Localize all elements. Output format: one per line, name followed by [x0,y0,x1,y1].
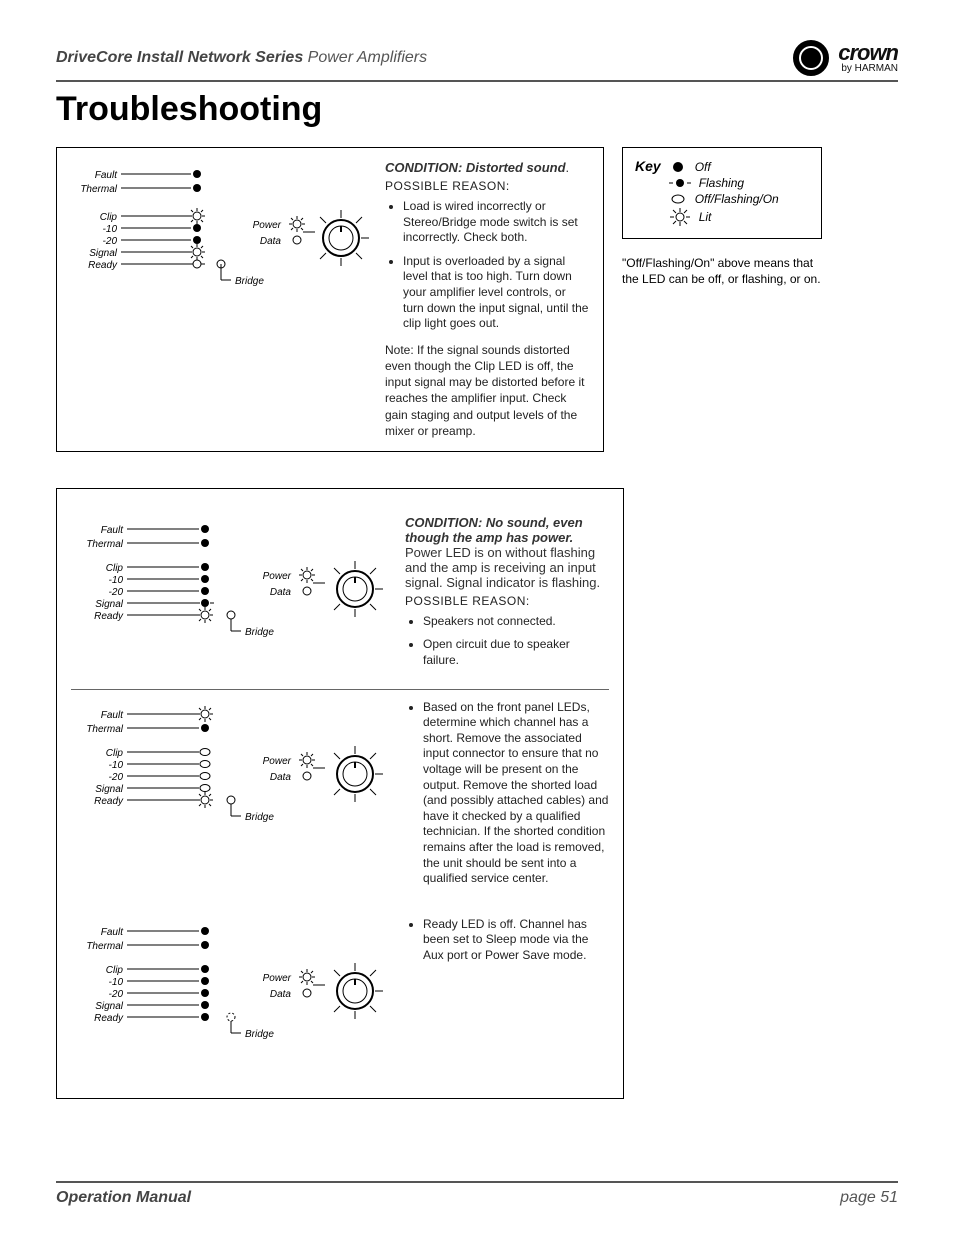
svg-text:Ready: Ready [88,260,118,271]
block-2b: Fault Thermal Clip -10 -20 Signal Ready [71,689,609,907]
led-diagram-2a: Fault Thermal Clip -10 -20 Signal Ready … [71,515,391,679]
svg-text:Thermal: Thermal [80,184,117,195]
block1-note: Note: If the signal sounds distorted eve… [385,342,589,439]
svg-text:Signal: Signal [95,1001,124,1012]
svg-text:Thermal: Thermal [86,539,123,550]
block2a-condition: CONDITION: No sound, even though the amp… [405,515,583,545]
svg-text:Bridge: Bridge [245,1029,274,1040]
page-header: DriveCore Install Network Series Power A… [56,40,898,82]
svg-text:Thermal: Thermal [86,724,123,735]
svg-text:Signal: Signal [89,248,118,259]
crown-badge-icon [793,40,829,76]
off-icon [669,160,687,174]
footer-right: page 51 [840,1189,898,1207]
svg-text:Signal: Signal [95,784,124,795]
svg-text:Clip: Clip [106,965,124,976]
led-diagram-2b: Fault Thermal Clip -10 -20 Signal Ready [71,700,391,897]
block1-possible: POSSIBLE REASON: [385,179,589,193]
key-note: "Off/Flashing/On" above means that the L… [622,255,822,287]
list-item: Speakers not connected. [423,614,609,630]
upper-row: Fault Thermal Clip -10 -20 Signal Ready [56,147,898,452]
page-footer: Operation Manual page 51 [56,1181,898,1207]
svg-text:Bridge: Bridge [235,276,264,287]
svg-text:Power: Power [253,220,282,231]
troubleshoot-card-1: Fault Thermal Clip -10 -20 Signal Ready [56,147,604,452]
svg-text:Clip: Clip [100,212,118,223]
list-item: Open circuit due to speaker failure. [423,637,609,668]
svg-text:-20: -20 [109,587,124,598]
svg-text:-20: -20 [109,772,124,783]
svg-text:Ready: Ready [94,796,124,807]
svg-text:-10: -10 [109,575,124,586]
list-item: Input is overloaded by a signal level th… [403,254,589,332]
flashing-icon [669,176,691,190]
series-bold: DriveCore Install Network Series [56,49,303,66]
lit-icon [669,208,691,226]
series-light: Power Amplifiers [303,49,427,66]
led-diagram-1: Fault Thermal Clip -10 -20 Signal Ready [71,160,371,439]
page-title: Troubleshooting [56,90,898,129]
svg-text:-10: -10 [103,224,118,235]
list-item: Based on the front panel LEDs, determine… [423,700,609,887]
svg-text:Clip: Clip [106,748,124,759]
svg-text:Bridge: Bridge [245,812,274,823]
svg-text:Data: Data [270,587,292,598]
block2a-possible: POSSIBLE REASON: [405,594,609,608]
list-item: Load is wired incorrectly or Stereo/Brid… [403,199,589,246]
svg-text:Thermal: Thermal [86,941,123,952]
key-list: Off Flashing Off/Flashing/On Lit [669,158,779,228]
svg-text:Signal: Signal [95,599,124,610]
svg-text:-10: -10 [109,760,124,771]
svg-text:Ready: Ready [94,1013,124,1024]
series-title: DriveCore Install Network Series Power A… [56,49,427,67]
svg-text:Clip: Clip [106,563,124,574]
block1-text: CONDITION: Distorted sound. POSSIBLE REA… [385,160,589,439]
svg-text:-20: -20 [103,236,118,247]
block1-bullets: Load is wired incorrectly or Stereo/Brid… [385,199,589,332]
led-diagram-2c: Fault Thermal Clip -10 -20 Signal Ready … [71,917,391,1072]
svg-text:Power: Power [263,571,292,582]
led-diagram-svg: Fault Thermal Clip -10 -20 Signal Ready [71,160,371,330]
troubleshoot-card-2: Fault Thermal Clip -10 -20 Signal Ready … [56,488,624,1099]
key-column: Key Off Flashing Off/Flashing/On Lit "Of… [622,147,822,287]
svg-text:Data: Data [270,989,292,1000]
block-2c: Fault Thermal Clip -10 -20 Signal Ready … [71,907,609,1082]
block1-condition: CONDITION: Distorted sound [385,160,566,175]
svg-text:-10: -10 [109,977,124,988]
block-2a: Fault Thermal Clip -10 -20 Signal Ready … [71,505,609,689]
any-icon [669,192,687,206]
svg-text:-20: -20 [109,989,124,1000]
svg-text:Power: Power [263,973,292,984]
svg-text:Data: Data [270,772,292,783]
svg-text:Bridge: Bridge [245,627,274,638]
footer-left: Operation Manual [56,1189,191,1207]
svg-text:Ready: Ready [94,611,124,622]
svg-text:Fault: Fault [101,710,124,721]
svg-text:Fault: Fault [101,927,124,938]
brand-byline: by HARMAN [841,63,898,74]
key-card: Key Off Flashing Off/Flashing/On Lit [622,147,822,239]
svg-text:Data: Data [260,236,282,247]
svg-text:Power: Power [263,756,292,767]
svg-text:Fault: Fault [101,525,124,536]
list-item: Ready LED is off. Channel has been set t… [423,917,609,964]
svg-text:Fault: Fault [95,170,118,181]
brand-name: crown [838,40,898,65]
key-heading: Key [635,158,661,174]
brand-logo: crown by HARMAN [793,40,898,76]
